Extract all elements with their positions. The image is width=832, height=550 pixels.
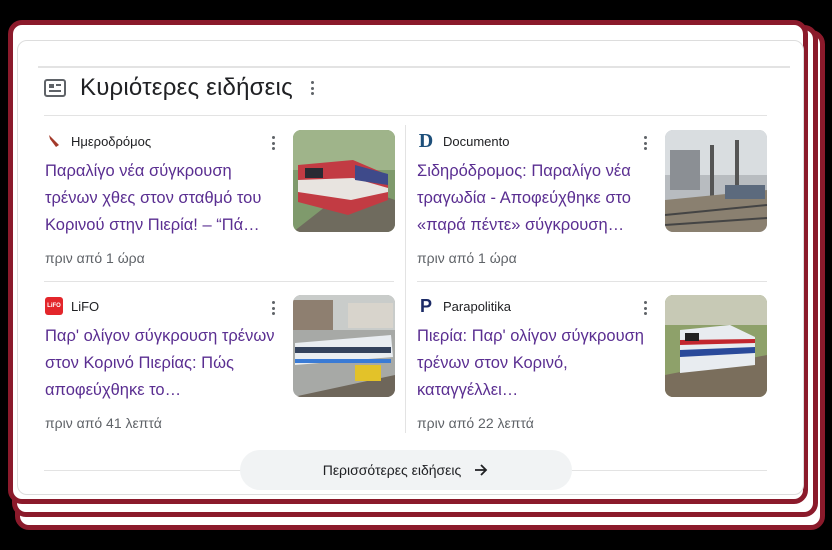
divider-row bbox=[44, 281, 394, 282]
more-vert-icon[interactable] bbox=[641, 136, 649, 150]
article-thumbnail[interactable] bbox=[293, 130, 395, 232]
more-vert-icon[interactable] bbox=[269, 301, 277, 315]
logo-text: P bbox=[419, 296, 432, 316]
timestamp: πριν από 1 ώρα bbox=[45, 250, 145, 266]
imerodromos-logo-icon bbox=[45, 132, 63, 150]
timestamp: πριν από 41 λεπτά bbox=[45, 415, 162, 431]
documento-logo-icon: D bbox=[417, 130, 435, 152]
logo-text: LiFO bbox=[47, 303, 61, 309]
lifo-logo-icon: LiFO bbox=[45, 297, 63, 315]
more-vert-icon[interactable] bbox=[309, 81, 317, 95]
more-news-label: Περισσότερες ειδήσεις bbox=[322, 462, 462, 478]
news-item[interactable]: D Documento Σιδηρόδρομος: Παραλίγο νέα τ… bbox=[417, 130, 767, 270]
section-header: Κυριότερες ειδήσεις bbox=[44, 72, 317, 104]
timestamp: πριν από 22 λεπτά bbox=[417, 415, 534, 431]
more-vert-icon[interactable] bbox=[269, 136, 277, 150]
source: D Documento bbox=[417, 130, 510, 152]
news-icon bbox=[44, 79, 66, 97]
more-news-button[interactable]: Περισσότερες ειδήσεις bbox=[240, 450, 572, 490]
timestamp: πριν από 1 ώρα bbox=[417, 250, 517, 266]
news-item[interactable]: LiFO LiFO Παρ' ολίγον σύγκρουση τρένων σ… bbox=[45, 295, 395, 435]
news-item[interactable]: Ημεροδρόμος Παραλίγο νέα σύγκρουση τρένω… bbox=[45, 130, 395, 270]
divider-row bbox=[417, 281, 767, 282]
source-name: Parapolitika bbox=[443, 298, 511, 314]
source-name: Documento bbox=[443, 133, 510, 149]
headline-link[interactable]: Παρ' ολίγον σύγκρουση τρένων στον Κορινό… bbox=[45, 323, 283, 404]
source-name: Ημεροδρόμος bbox=[71, 133, 152, 149]
divider-top bbox=[38, 66, 790, 68]
headline-link[interactable]: Παραλίγο νέα σύγκρουση τρένων χθες στον … bbox=[45, 158, 283, 239]
more-vert-icon[interactable] bbox=[641, 301, 649, 315]
headline-link[interactable]: Σιδηρόδρομος: Παραλίγο νέα τραγωδία - Απ… bbox=[417, 158, 655, 239]
divider-header bbox=[44, 115, 767, 116]
source: LiFO LiFO bbox=[45, 297, 99, 315]
headline-link[interactable]: Πιερία: Παρ' ολίγον σύγκρουση τρένων στο… bbox=[417, 323, 655, 404]
article-thumbnail[interactable] bbox=[665, 295, 767, 397]
source: Ημεροδρόμος bbox=[45, 132, 151, 150]
article-thumbnail[interactable] bbox=[293, 295, 395, 397]
news-item[interactable]: P Parapolitika Πιερία: Παρ' ολίγον σύγκρ… bbox=[417, 295, 767, 435]
divider-vertical bbox=[405, 125, 406, 433]
source-name: LiFO bbox=[71, 298, 100, 314]
article-thumbnail[interactable] bbox=[665, 130, 767, 232]
arrow-right-icon bbox=[475, 464, 488, 476]
section-title: Κυριότερες ειδήσεις bbox=[80, 74, 293, 101]
source: P Parapolitika bbox=[417, 297, 511, 315]
logo-text: D bbox=[418, 130, 434, 152]
parapolitika-logo-icon: P bbox=[417, 297, 435, 315]
